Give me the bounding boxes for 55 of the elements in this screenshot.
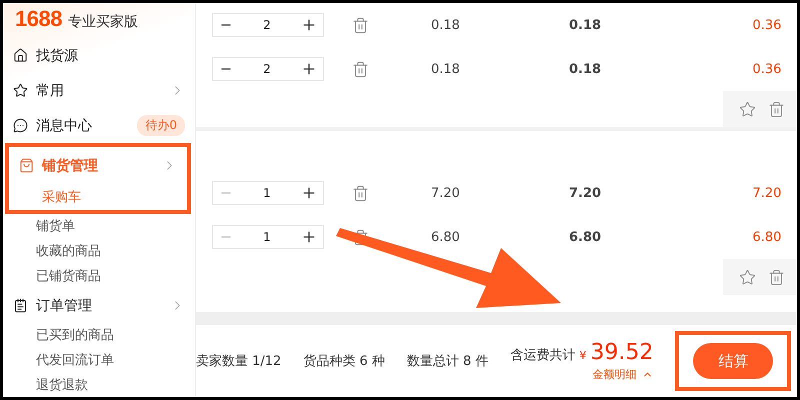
sidebar-subitem[interactable]: 铺货单 [3, 214, 195, 239]
summary-text: 卖家数量 1/12 [196, 353, 282, 370]
delete-icon[interactable] [352, 184, 369, 202]
quantity-stepper[interactable]: 1 [212, 181, 324, 205]
delete-icon[interactable] [768, 268, 786, 286]
subtotal: 0.36 [752, 18, 782, 32]
quantity-value: 1 [263, 230, 271, 244]
chat-icon [13, 118, 28, 134]
sidebar-item[interactable]: 订单管理 [3, 288, 195, 324]
price: 7.20 [569, 186, 602, 200]
plus-icon[interactable] [300, 229, 317, 245]
summary-text: 数量总计 8 件 [406, 353, 488, 370]
count-badge: 待办0 [137, 115, 185, 136]
sidebar-item[interactable]: 消息中心 待办0 [3, 108, 195, 144]
unit-price: 6.80 [431, 230, 461, 244]
total-label: 含运费共计 [510, 347, 576, 364]
quantity-stepper[interactable]: 2 [212, 13, 324, 37]
favorite-icon[interactable] [739, 100, 756, 118]
subtotal: 6.80 [752, 230, 782, 244]
summary-text: 货品种类 6 种 [303, 353, 385, 370]
home-icon [13, 48, 28, 64]
sidebar-subitem[interactable]: 已买到的商品 [3, 323, 195, 348]
plus-icon[interactable] [300, 61, 317, 77]
logo: 1688 [15, 6, 62, 32]
currency-symbol: ¥ [579, 349, 586, 362]
star-icon [13, 83, 28, 98]
unit-price: 0.18 [431, 18, 461, 32]
sidebar-subitem[interactable]: 收藏的商品 [3, 238, 195, 264]
edition-label: 专业买家版 [68, 13, 138, 31]
unit-price: 7.20 [431, 186, 461, 200]
plus-icon[interactable] [300, 185, 317, 201]
plus-icon[interactable] [300, 17, 317, 33]
price: 0.18 [569, 62, 602, 76]
unit-price: 0.18 [431, 62, 461, 76]
price: 0.18 [569, 18, 602, 32]
quantity-stepper[interactable]: 1 [212, 225, 324, 249]
price: 6.80 [569, 230, 602, 244]
bag-icon [19, 158, 34, 174]
sidebar-item[interactable]: 常用 [3, 73, 195, 108]
favorite-icon[interactable] [739, 268, 756, 286]
subtotal: 7.20 [752, 186, 782, 200]
delete-icon[interactable] [768, 100, 786, 118]
delete-icon[interactable] [352, 16, 369, 34]
total-amount: 39.52 [590, 340, 654, 365]
quantity-value: 1 [263, 186, 271, 200]
document-icon [13, 298, 28, 314]
sidebar-subitem[interactable]: 代发回流订单 [3, 348, 195, 372]
sidebar-subitem[interactable]: 退货退款 [3, 372, 195, 397]
subtotal: 0.36 [752, 62, 782, 76]
quantity-stepper[interactable]: 2 [212, 57, 324, 81]
sidebar-item[interactable]: 找货源 [3, 38, 195, 74]
quantity-value: 2 [263, 62, 271, 76]
quantity-value: 2 [263, 18, 271, 32]
delete-icon[interactable] [352, 60, 369, 78]
sidebar-subitem[interactable]: 已铺货商品 [3, 263, 195, 288]
